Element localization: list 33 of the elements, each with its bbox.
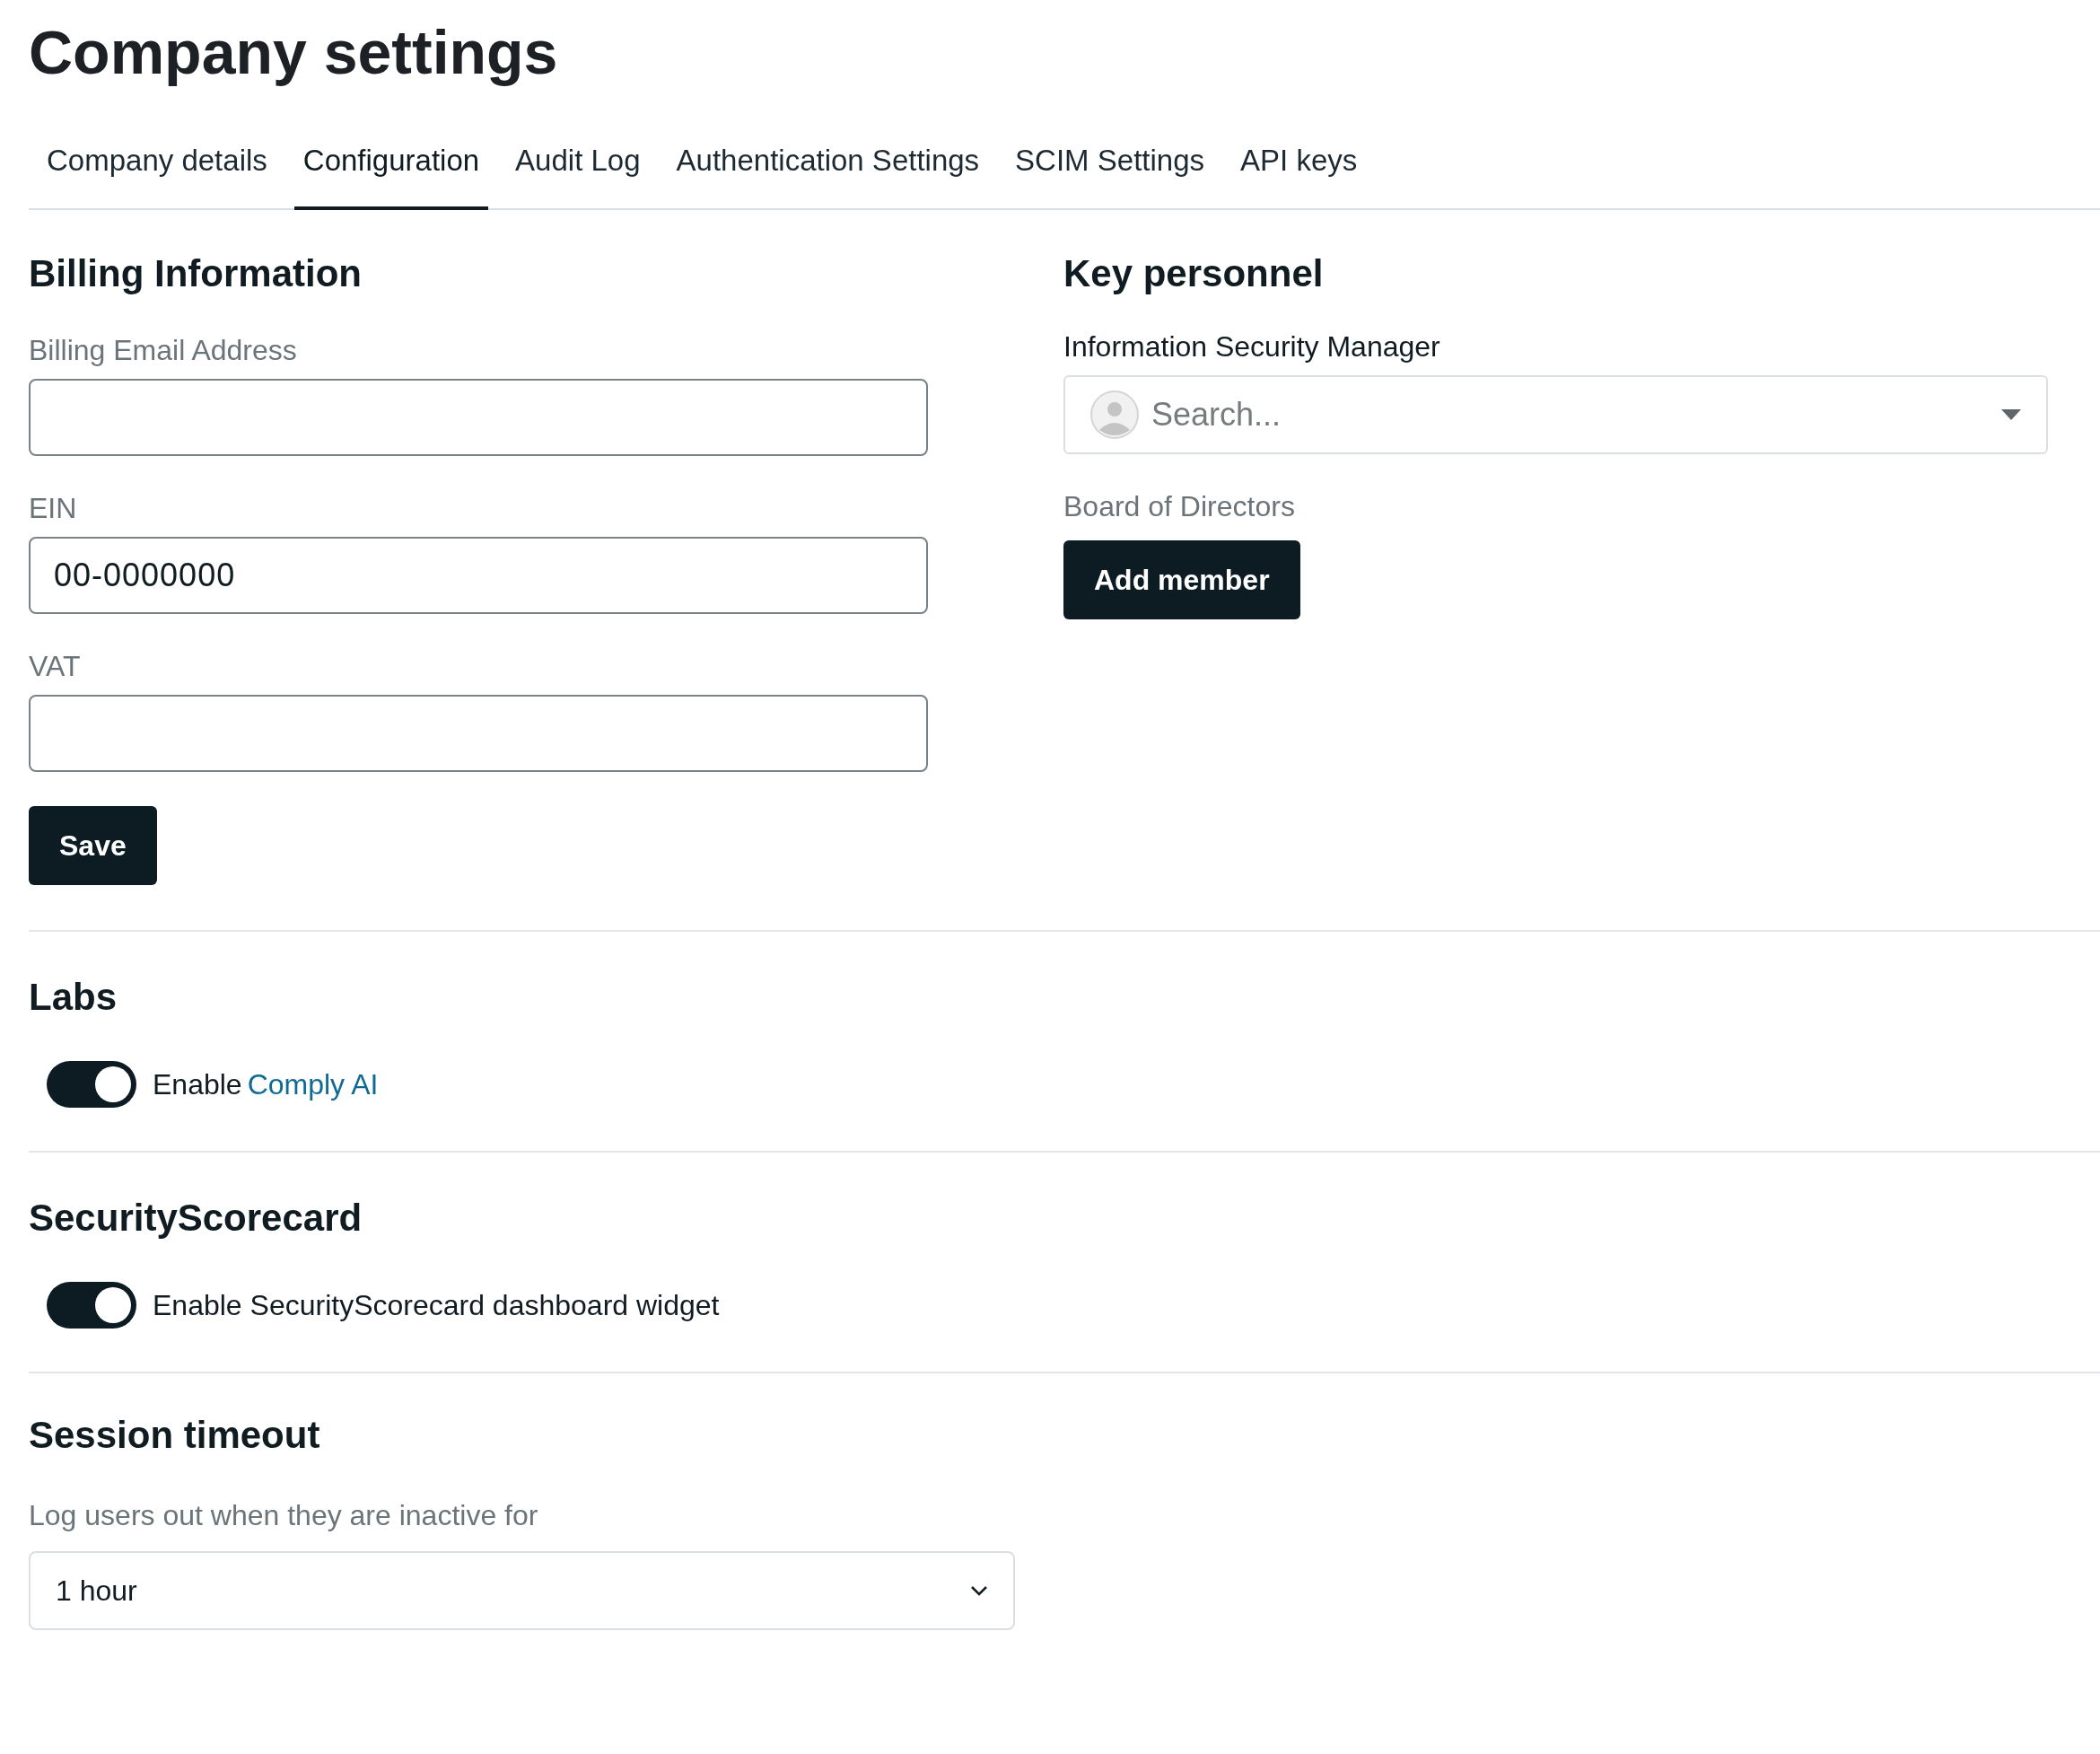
- input-field[interactable]: 00-0000000: [29, 536, 928, 614]
- chevron-down-icon: [970, 1584, 988, 1596]
- tab[interactable]: API keys: [1231, 135, 1367, 210]
- section-heading: Labs: [29, 978, 118, 1016]
- search-placeholder: Search...: [1151, 394, 1282, 434]
- toggle-switch[interactable]: [47, 1060, 136, 1108]
- toggle-switch[interactable]: [47, 1281, 136, 1329]
- toggle-label: Enable: [153, 1066, 242, 1102]
- input-field[interactable]: [29, 378, 928, 456]
- add-member-button[interactable]: Add member: [1063, 539, 1300, 619]
- user-avatar-icon: [1090, 390, 1139, 439]
- toggle-label: Enable SecurityScorecard dashboard widget: [153, 1287, 720, 1323]
- tab[interactable]: SCIM Settings: [1006, 135, 1214, 210]
- comply-ai-link[interactable]: Comply AI: [247, 1062, 379, 1106]
- field-label: Log users out when they are inactive for: [29, 1500, 539, 1530]
- tab[interactable]: Configuration: [293, 135, 489, 210]
- section-heading: SecurityScorecard: [29, 1198, 363, 1237]
- input-field[interactable]: [29, 694, 928, 772]
- section-heading: Session timeout: [29, 1416, 321, 1454]
- field-label: Board of Directors: [1063, 491, 1296, 521]
- person-select[interactable]: Search...: [1063, 374, 2048, 454]
- save-button[interactable]: Save: [29, 805, 157, 885]
- field-label: VAT: [29, 651, 82, 680]
- timeout-select[interactable]: 1 hour: [29, 1550, 1015, 1630]
- caret-icon: [2001, 408, 2021, 420]
- field-label: Billing Email Address: [29, 335, 298, 364]
- tab[interactable]: Company details: [38, 135, 276, 210]
- field-label: EIN: [29, 493, 78, 522]
- tab[interactable]: Audit Log: [506, 135, 650, 210]
- section-heading: Billing Information: [29, 254, 363, 293]
- field-label: Information Security Manager: [1063, 331, 1441, 361]
- tab[interactable]: Authentication Settings: [667, 135, 989, 210]
- section-heading: Key personnel: [1063, 254, 1325, 293]
